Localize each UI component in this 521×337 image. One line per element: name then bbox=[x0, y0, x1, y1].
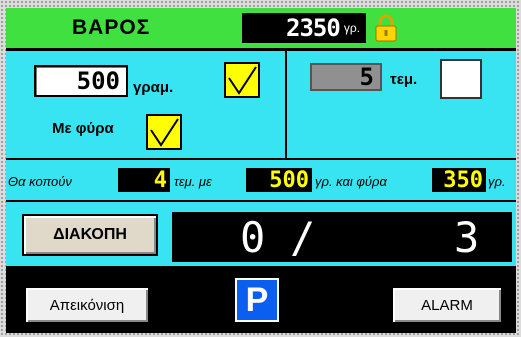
checkmark-icon bbox=[228, 66, 257, 95]
grams-label: γραμ. bbox=[133, 79, 174, 96]
cut-counter: 0 / 3 bbox=[172, 212, 512, 262]
summary-waste: 350 bbox=[432, 168, 486, 193]
summary-pieces-text: τεμ. με bbox=[174, 174, 212, 189]
settings-divider bbox=[285, 51, 287, 158]
pieces-input[interactable]: 5 bbox=[310, 63, 382, 91]
alarm-button[interactable]: ALARM bbox=[391, 286, 503, 324]
pieces-checkbox[interactable] bbox=[440, 59, 482, 99]
checkmark-icon bbox=[150, 118, 179, 147]
weight-unit: γρ. bbox=[343, 21, 360, 35]
portion-settings: 500 γραμ. Με φύρα 5 τεμ. bbox=[6, 51, 516, 158]
summary-grams: 500 bbox=[246, 168, 312, 193]
summary-pieces: 4 bbox=[118, 168, 170, 193]
grams-input[interactable]: 500 bbox=[34, 65, 128, 97]
progress-section: ΔΙΑΚΟΠΗ 0 / 3 bbox=[6, 202, 516, 266]
header-bar: ΒΑΡΟΣ 2350 γρ. bbox=[6, 8, 516, 48]
parking-icon[interactable]: P bbox=[235, 278, 279, 322]
footer-bar: Απεικόνιση P ALARM bbox=[6, 268, 516, 333]
grams-checkbox[interactable] bbox=[224, 62, 260, 98]
summary-waste-unit: γρ. bbox=[488, 174, 506, 189]
summary-grams-text: γρ. και φύρα bbox=[315, 174, 387, 189]
weight-value: 2350 bbox=[286, 14, 341, 42]
waste-checkbox[interactable] bbox=[146, 114, 182, 150]
weight-display: 2350 γρ. bbox=[242, 13, 366, 43]
display-button[interactable]: Απεικόνιση bbox=[24, 286, 150, 324]
pieces-label: τεμ. bbox=[390, 71, 418, 88]
counter-total: 3 bbox=[454, 212, 480, 262]
summary-prefix: Θα κοπούν bbox=[8, 174, 72, 189]
counter-current: 0 bbox=[240, 212, 266, 262]
waste-label: Με φύρα bbox=[52, 120, 114, 137]
hmi-panel: ΒΑΡΟΣ 2350 γρ. 500 γραμ. Με φύρα 5 τεμ. bbox=[6, 8, 516, 333]
cut-summary: Θα κοπούν 4 τεμ. με 500 γρ. και φύρα 350… bbox=[6, 160, 516, 200]
stop-button[interactable]: ΔΙΑΚΟΠΗ bbox=[22, 214, 158, 256]
counter-separator: / bbox=[290, 212, 316, 262]
weight-title: ΒΑΡΟΣ bbox=[72, 16, 151, 39]
padlock-icon[interactable] bbox=[374, 14, 398, 42]
